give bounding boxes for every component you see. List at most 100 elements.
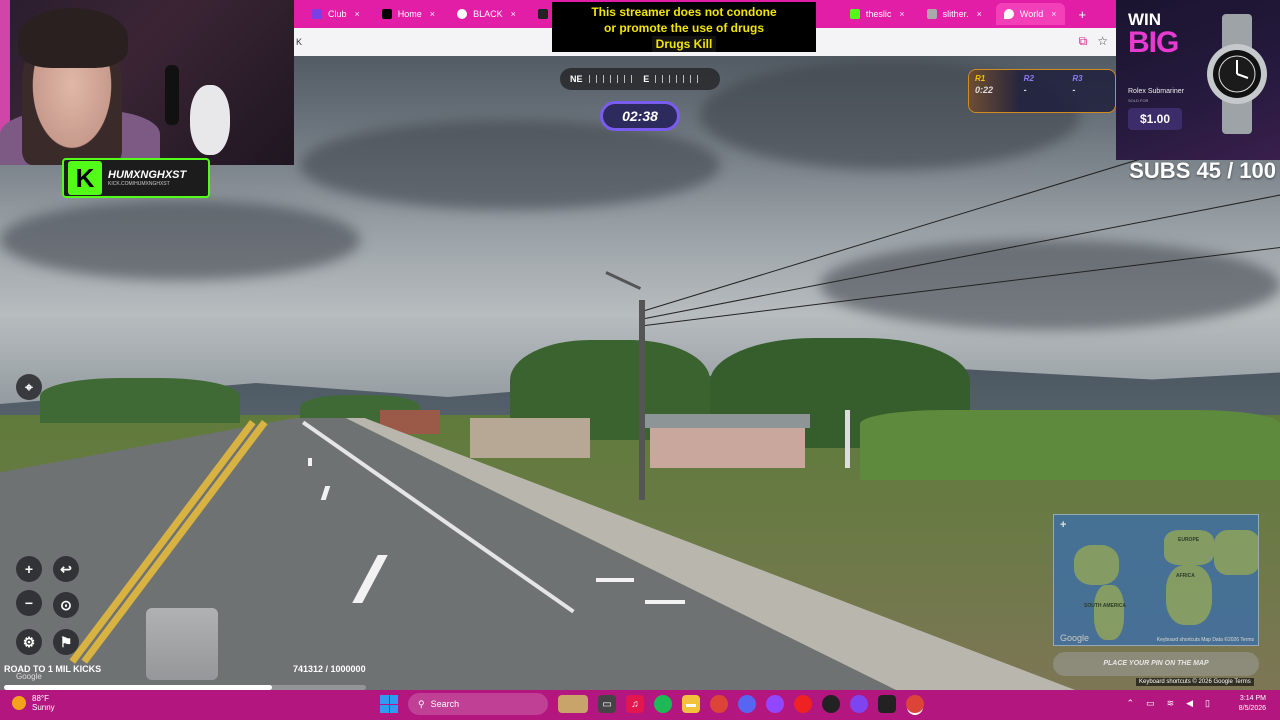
close-icon[interactable]: × <box>977 9 982 19</box>
kicks-goal-count: 741312 / 1000000 <box>293 664 366 674</box>
sun-icon <box>12 696 26 710</box>
pin-icon <box>1003 9 1014 19</box>
close-icon[interactable]: × <box>430 9 435 19</box>
streamer-hair <box>18 8 128 68</box>
undo-arrow-icon: ↩ <box>60 560 72 577</box>
chrome-icon[interactable] <box>710 695 728 713</box>
gear-icon: ⚙ <box>22 633 36 650</box>
record-icon[interactable] <box>794 695 812 713</box>
lane-marking <box>308 458 312 466</box>
weather-condition: Sunny <box>32 703 55 712</box>
tab-icon <box>537 9 548 19</box>
round-value: - <box>1023 85 1027 95</box>
app-icon[interactable] <box>766 695 784 713</box>
spotify-icon[interactable] <box>654 695 672 713</box>
terminal-icon[interactable] <box>878 695 896 713</box>
map-label: AFRICA <box>1176 573 1195 579</box>
guess-minimap[interactable]: + EUROPE AFRICA SOUTH AMERICA Google Key… <box>1053 514 1259 646</box>
disclaimer-line: Drugs Kill <box>651 36 717 52</box>
weather-widget[interactable]: 88°F Sunny <box>12 694 55 712</box>
music-icon[interactable]: ♫ <box>626 695 644 713</box>
channel-url: KICK.COM/HUMXNGHXST <box>108 181 170 187</box>
browser-tab[interactable]: slither. × <box>919 3 990 25</box>
close-icon[interactable]: × <box>355 9 360 19</box>
return-to-start-button[interactable]: ⊙ <box>53 592 79 618</box>
obs-icon[interactable] <box>822 695 840 713</box>
browser-tab[interactable]: theslic × <box>842 3 913 25</box>
pin-icon: ⌖ <box>25 378 33 395</box>
taskbar-search[interactable]: ⚲ Search <box>408 693 548 715</box>
ad-price: $1.00 <box>1128 108 1182 130</box>
round-label: R2 <box>1023 74 1034 83</box>
undo-move-button[interactable]: ↩ <box>53 556 79 582</box>
land-europe <box>1164 530 1214 565</box>
chevron-up-icon[interactable]: ⌃ <box>1127 698 1135 709</box>
zoom-in-button[interactable]: + <box>16 556 42 582</box>
new-tab-button[interactable]: + <box>1071 3 1095 25</box>
round-item: R1 0:22 <box>969 70 1018 112</box>
chrome-active-icon[interactable] <box>906 695 924 713</box>
round-item: R2 - <box>1018 70 1067 112</box>
discord-icon[interactable] <box>738 695 756 713</box>
kick-channel-badge: K HUMXNGHXST KICK.COM/HUMXNGHXST <box>62 158 210 198</box>
utility-pole <box>639 300 645 500</box>
round-label: R1 <box>975 74 986 83</box>
pin-location-button[interactable]: ⌖ <box>16 374 42 400</box>
round-item: R3 - <box>1066 70 1115 112</box>
ad-model: Rolex Submariner <box>1128 88 1185 95</box>
x-icon <box>381 9 392 19</box>
nav-arrow[interactable] <box>596 578 634 582</box>
browser-tab[interactable]: BLACK × <box>449 3 524 25</box>
round-label: R3 <box>1072 74 1083 83</box>
google-logo: Google <box>1060 633 1090 643</box>
nav-arrow[interactable] <box>645 600 685 604</box>
report-flag-button[interactable]: ⚑ <box>53 629 79 655</box>
kick-icon <box>312 9 322 19</box>
microphone <box>165 65 179 125</box>
map-attribution: Keyboard shortcuts Map Data ©2026 Terms <box>1156 637 1254 643</box>
compass-direction: NE <box>570 74 583 84</box>
battery-icon[interactable]: ▯ <box>1205 698 1210 709</box>
file-icon[interactable]: ▭ <box>598 695 616 713</box>
widget-icon[interactable] <box>558 695 588 713</box>
network-icon[interactable]: ▭ <box>1146 698 1155 709</box>
kick-logo-icon: K <box>68 161 102 195</box>
compass: NE E <box>560 68 720 90</box>
close-icon[interactable]: × <box>511 9 516 19</box>
google-watermark: Google <box>16 672 42 681</box>
clock-date: 8/5/2026 <box>1238 705 1266 712</box>
windows-start-icon[interactable] <box>380 695 398 713</box>
volume-icon[interactable]: ◀ <box>1186 698 1193 709</box>
wifi-icon[interactable]: ≋ <box>1167 698 1175 709</box>
win-big-ad: WIN BIG Rolex Submariner SOLD FOR $1.00 <box>1116 0 1280 160</box>
windows-taskbar: 88°F Sunny ⚲ Search ▭ ♫ ▬ ⌃ ▭ ≋ ◀ ▯ 3:14… <box>0 690 1280 720</box>
minus-icon: − <box>24 595 34 611</box>
bookmark-star-icon[interactable]: ☆ <box>1097 34 1108 49</box>
map-label: EUROPE <box>1178 537 1200 543</box>
folder-icon[interactable]: ▬ <box>682 695 700 713</box>
app-icon[interactable] <box>850 695 868 713</box>
browser-tab-active[interactable]: World × <box>995 3 1065 25</box>
disclaimer-line: or promote the use of drugs <box>603 21 764 35</box>
compass-ticks <box>655 75 704 83</box>
place-pin-button[interactable]: PLACE YOUR PIN ON THE MAP <box>1053 652 1259 676</box>
close-icon[interactable]: × <box>899 9 904 19</box>
browser-tab[interactable]: Home × <box>374 3 443 25</box>
extension-icon[interactable]: ⧉ <box>1079 34 1088 49</box>
post <box>845 410 850 468</box>
street-view-footer: Keyboard shortcuts © 2026 Google Terms <box>1136 678 1254 686</box>
expand-map-icon[interactable]: + <box>1060 519 1066 531</box>
webcam-overlay <box>0 0 294 165</box>
cloud <box>300 120 720 210</box>
chrome-icon <box>457 9 468 19</box>
browser-tab[interactable]: Club × <box>304 3 368 25</box>
settings-button[interactable]: ⚙ <box>16 629 42 655</box>
disclaimer-line: This streamer does not condone <box>591 5 777 19</box>
zoom-out-button[interactable]: − <box>16 590 42 616</box>
round-value: 0:22 <box>975 85 994 95</box>
system-clock[interactable]: 3:14 PM 8/5/2026 <box>1239 694 1266 714</box>
round-value: - <box>1072 85 1076 95</box>
plush-toy <box>190 85 230 155</box>
close-icon[interactable]: × <box>1051 9 1056 19</box>
weather-temp: 88°F <box>32 694 49 703</box>
